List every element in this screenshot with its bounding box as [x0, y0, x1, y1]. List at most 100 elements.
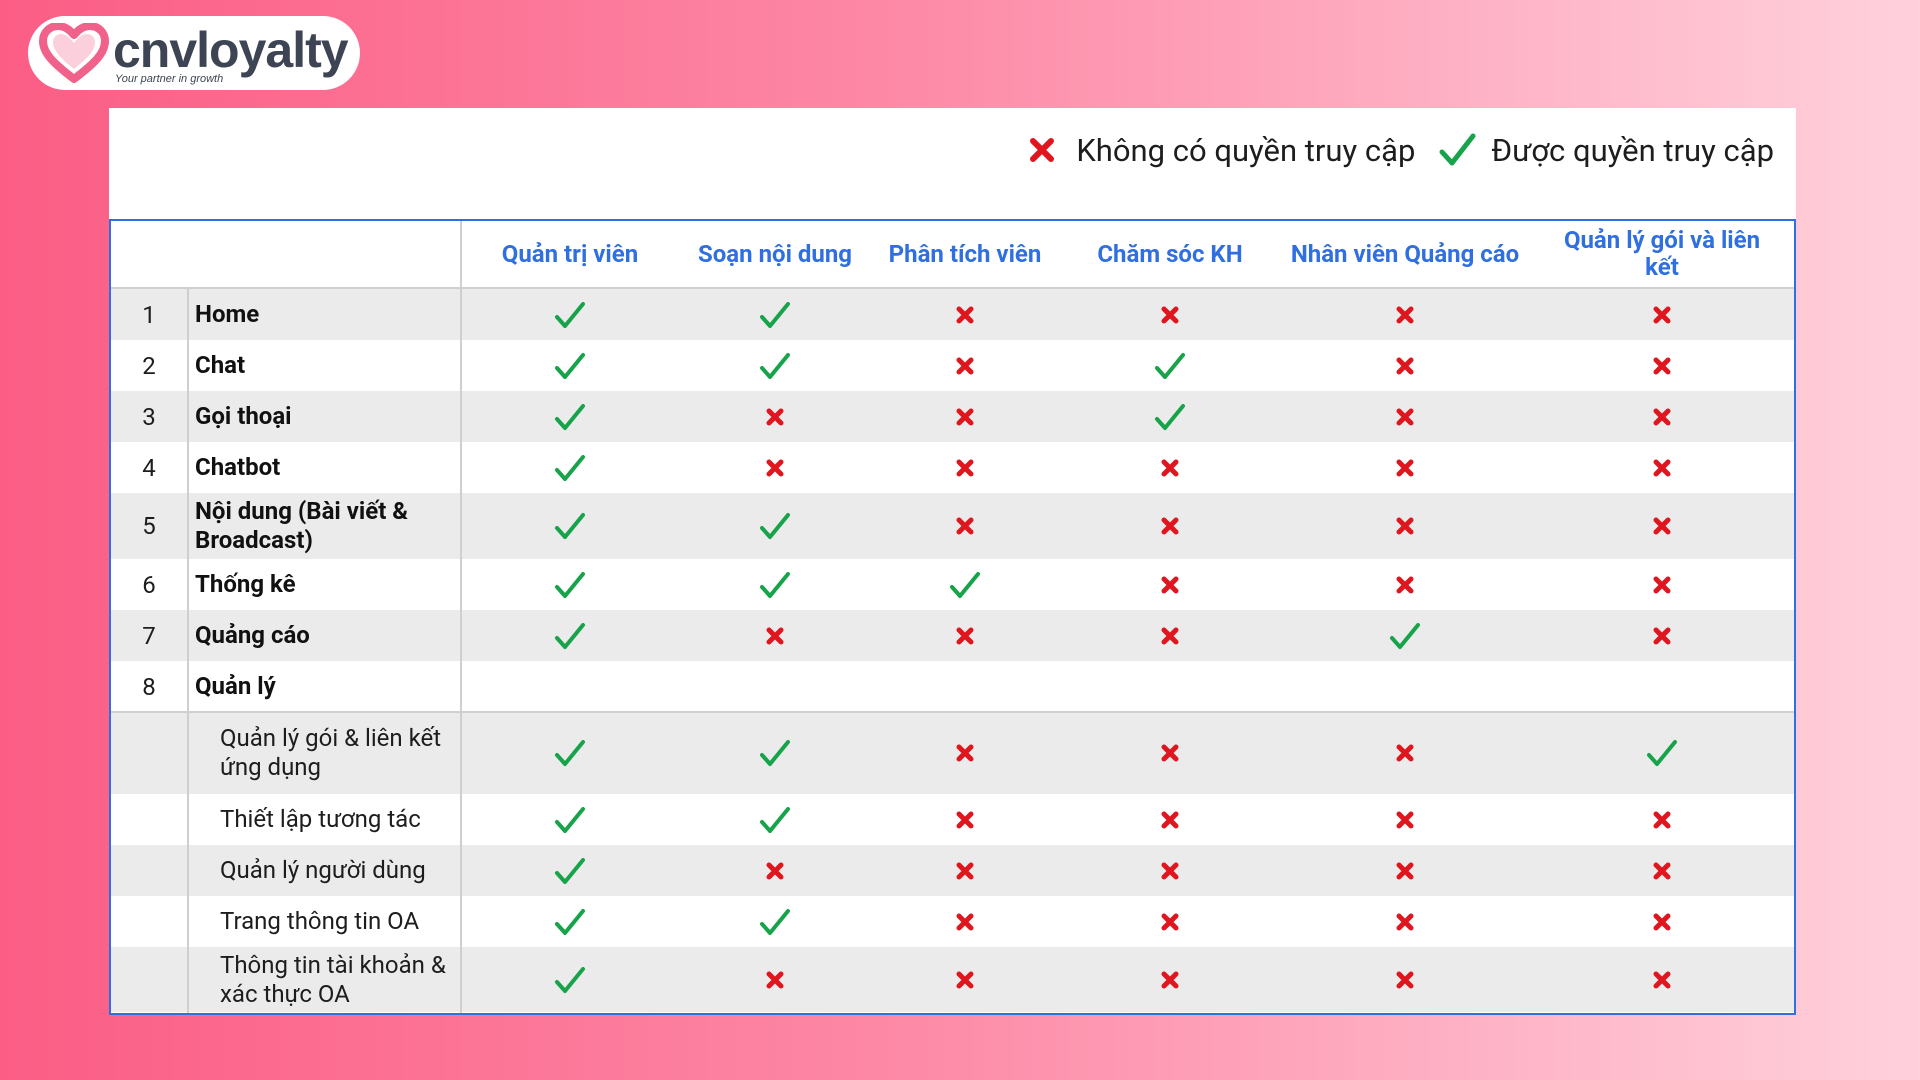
cross-icon: [1161, 862, 1179, 879]
section-divider: [111, 711, 1794, 713]
brand-name: cnvloyalty: [113, 22, 349, 78]
permission-denied: [1632, 845, 1692, 896]
permission-denied: [1632, 794, 1692, 845]
legend: Không có quyền truy cập Được quyền truy …: [1022, 128, 1774, 172]
permission-denied: [1375, 794, 1435, 845]
permission-denied: [1375, 289, 1435, 340]
permission-denied: [1140, 559, 1200, 610]
permission-denied: [1632, 493, 1692, 559]
feature-name: Trang thông tin OA: [220, 907, 420, 935]
table-subrow: Thông tin tài khoản & xác thực OA: [111, 947, 1794, 1012]
feature-name: Quản lý: [195, 672, 276, 700]
column-divider: [460, 221, 462, 1013]
check-icon: [760, 571, 790, 598]
permission-denied: [935, 493, 995, 559]
cross-icon: [1653, 517, 1671, 535]
permission-allowed: [540, 559, 600, 610]
feature-name: Chat: [195, 351, 246, 379]
permission-allowed: [745, 794, 805, 845]
permission-allowed: [935, 559, 995, 610]
cross-icon: [1653, 913, 1671, 930]
permission-allowed: [1140, 391, 1200, 442]
permission-allowed: [745, 559, 805, 610]
permission-allowed: [540, 610, 600, 661]
cross-icon: [1161, 576, 1179, 593]
permission-denied: [935, 610, 995, 661]
cross-icon: [1396, 576, 1414, 593]
cross-icon: [956, 811, 974, 828]
permission-denied: [1632, 559, 1692, 610]
permission-denied: [745, 442, 805, 493]
cross-icon: [1161, 517, 1179, 535]
permission-allowed: [745, 289, 805, 340]
permission-allowed: [540, 947, 600, 1012]
cross-icon: [766, 459, 784, 476]
permission-denied: [745, 610, 805, 661]
permission-denied: [1375, 712, 1435, 794]
permission-allowed: [540, 493, 600, 559]
feature-name: Quản lý gói & liên kết ứng dụng: [220, 724, 442, 781]
check-icon: [555, 622, 585, 649]
permission-denied: [1140, 896, 1200, 947]
permission-denied: [1375, 845, 1435, 896]
table-row: 1 Home: [111, 289, 1794, 340]
permissions-table: Quản trị viên Soạn nội dung Phân tích viên…: [109, 219, 1796, 1015]
permission-denied: [935, 712, 995, 794]
permission-allowed: [540, 340, 600, 391]
permission-denied: [935, 340, 995, 391]
check-icon: [760, 301, 790, 328]
cross-icon: [1030, 138, 1055, 162]
cross-icon: [1396, 971, 1414, 988]
legend-allow-label: Được quyền truy cập: [1491, 131, 1774, 169]
column-header: Quản trị viên: [501, 239, 639, 268]
row-number: 3: [142, 402, 156, 431]
cross-icon: [766, 408, 784, 425]
permission-allowed: [1140, 340, 1200, 391]
permission-denied: [1140, 289, 1200, 340]
table-row: 2 Chat: [111, 340, 1794, 391]
permission-denied: [1375, 442, 1435, 493]
check-icon: [555, 857, 585, 884]
table-row: 6 Thống kê: [111, 559, 1794, 610]
permission-allowed: [540, 794, 600, 845]
feature-name: Chatbot: [195, 453, 281, 481]
check-icon: [555, 908, 585, 935]
cross-icon: [1653, 811, 1671, 828]
column-divider: [187, 712, 189, 1013]
check-icon: [760, 740, 790, 766]
cross-icon: [1396, 306, 1414, 323]
check-icon: [555, 454, 585, 481]
permission-denied: [1375, 559, 1435, 610]
row-number: 2: [142, 351, 156, 380]
cross-icon: [1653, 971, 1671, 988]
cross-icon: [1396, 744, 1414, 762]
row-number: 8: [142, 672, 156, 701]
feature-name: Home: [195, 300, 260, 328]
permission-denied: [1632, 340, 1692, 391]
feature-name: Quảng cáo: [195, 621, 310, 649]
permission-denied: [935, 391, 995, 442]
cross-icon: [766, 862, 784, 879]
row-number: 1: [142, 300, 156, 329]
cross-icon: [1653, 408, 1671, 425]
table-row: 7 Quảng cáo: [111, 610, 1794, 661]
permission-denied: [935, 442, 995, 493]
check-icon: [760, 513, 790, 539]
permission-denied: [935, 947, 995, 1012]
permission-denied: [1632, 896, 1692, 947]
permission-denied: [1632, 442, 1692, 493]
table-row: 5 Nội dung (Bài viết & Broadcast): [111, 493, 1794, 559]
column-divider: [187, 289, 189, 712]
permission-denied: [1140, 947, 1200, 1012]
legend-deny-label: Không có quyền truy cập: [1076, 131, 1416, 169]
check-icon: [555, 966, 585, 993]
table-row: 8 Quản lý: [111, 661, 1794, 712]
table-row: 4 Chatbot: [111, 442, 1794, 493]
permission-denied: [935, 289, 995, 340]
table-subrow: Quản lý người dùng: [111, 845, 1794, 896]
cross-icon: [1653, 459, 1671, 476]
permission-denied: [745, 391, 805, 442]
check-icon: [1155, 352, 1185, 379]
row-number: 6: [142, 570, 156, 599]
cross-icon: [1653, 627, 1671, 644]
